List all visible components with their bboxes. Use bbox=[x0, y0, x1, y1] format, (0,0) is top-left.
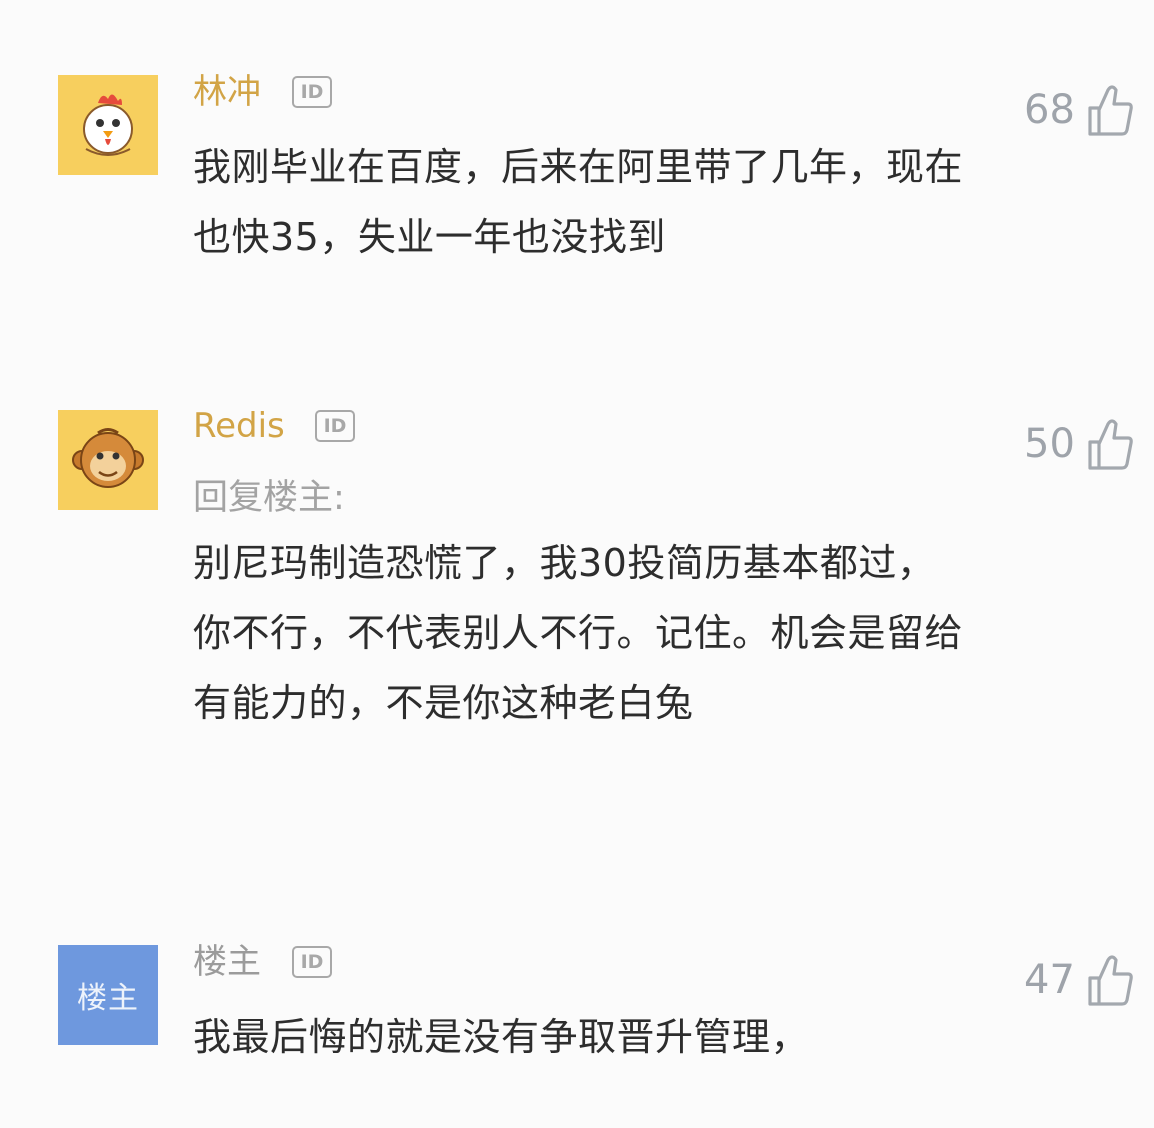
id-badge: ID bbox=[292, 946, 332, 978]
avatar[interactable]: 楼主 bbox=[58, 945, 158, 1045]
like-count: 50 bbox=[1024, 421, 1075, 467]
avatar[interactable] bbox=[58, 75, 158, 175]
like-button[interactable]: 47 bbox=[1024, 950, 1136, 1010]
like-button[interactable]: 68 bbox=[1024, 80, 1136, 140]
reply-to-label: 回复楼主: bbox=[193, 478, 345, 518]
thumbs-up-icon bbox=[1088, 419, 1133, 470]
avatar-label: 楼主 bbox=[77, 981, 139, 1016]
like-count: 68 bbox=[1024, 87, 1075, 133]
id-badge: ID bbox=[315, 410, 355, 442]
like-button[interactable]: 50 bbox=[1024, 414, 1136, 474]
avatar[interactable] bbox=[58, 410, 158, 510]
thumbs-up-icon bbox=[1088, 85, 1133, 136]
thumbs-up-icon bbox=[1088, 955, 1133, 1006]
monkey-icon bbox=[72, 428, 144, 488]
comment-author[interactable]: Redis bbox=[193, 406, 285, 446]
comment-text: 我刚毕业在百度，后来在阿里带了几年，现在也快35，失业一年也没找到 bbox=[193, 145, 964, 259]
comment-author[interactable]: 林冲 bbox=[193, 72, 261, 112]
id-badge: ID bbox=[292, 76, 332, 108]
rooster-icon bbox=[83, 94, 133, 156]
comment-text: 别尼玛制造恐慌了，我30投简历基本都过，你不行，不代表别人不行。记住。机会是留给… bbox=[193, 541, 964, 725]
comment-text: 我最后悔的就是没有争取晋升管理， bbox=[193, 1015, 810, 1059]
like-count: 47 bbox=[1024, 957, 1075, 1003]
comment-author[interactable]: 楼主 bbox=[193, 942, 261, 982]
